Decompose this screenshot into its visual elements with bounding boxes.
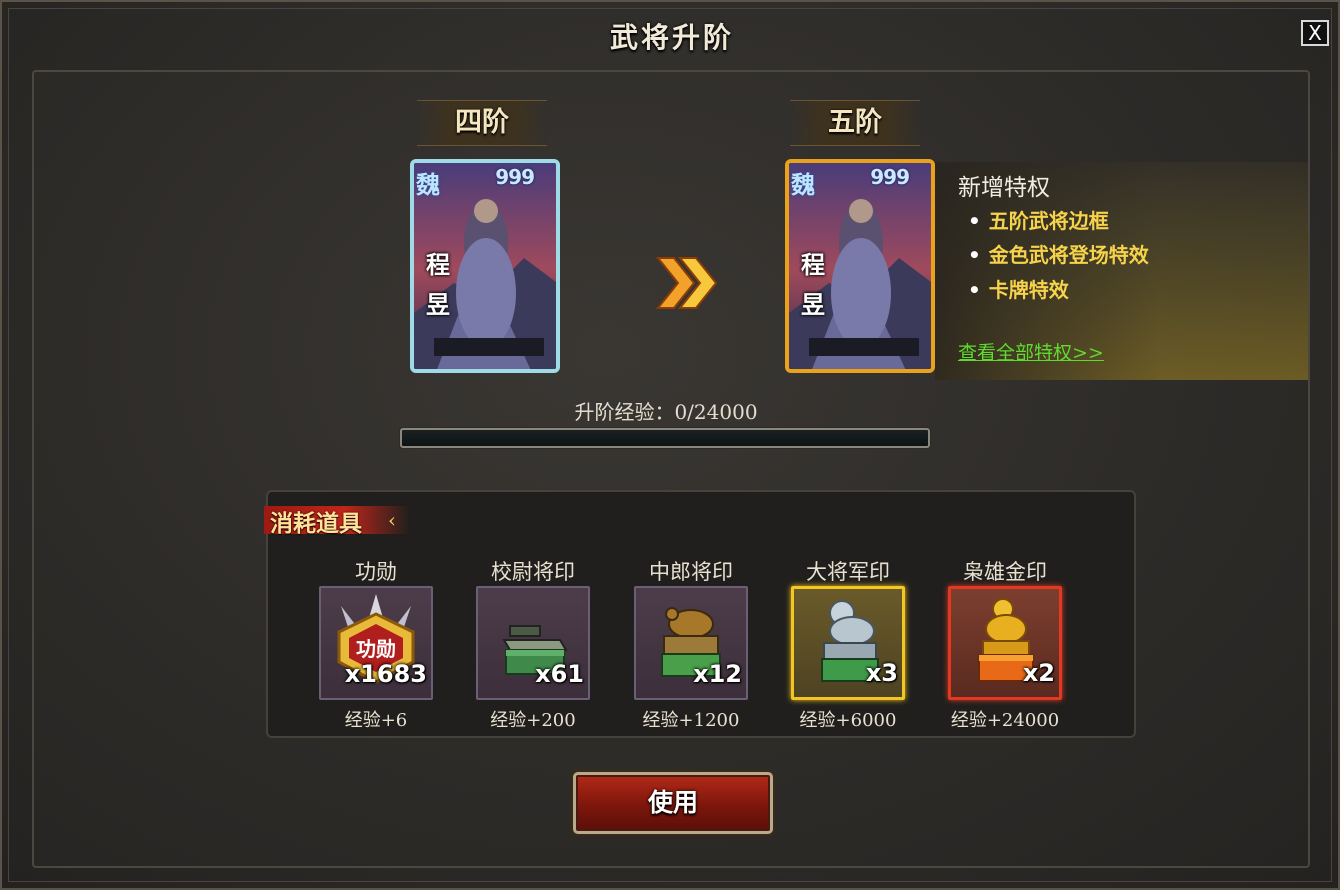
window-title: 武将升阶 (609, 21, 734, 54)
consumable-item: 功勋 功勋 x1683 经验+6 (296, 556, 456, 736)
privilege-item-text: 卡牌特效 (988, 278, 1069, 302)
item-slot[interactable]: x61 (476, 586, 590, 700)
upgrade-exp-bar (400, 428, 930, 448)
consumable-item: 大将军印 x3 经验+6000 (768, 556, 928, 736)
faction-mark: 魏 (791, 170, 815, 199)
card-stars: 999 (870, 165, 910, 189)
use-button[interactable]: 使用 (573, 772, 773, 834)
consumables-title: 消耗道具 ‹ (264, 506, 410, 537)
next-rank-label: 五阶 (790, 100, 920, 146)
privilege-item: • 五阶武将边框 (968, 209, 1109, 233)
item-count: x1683 (344, 660, 427, 688)
privilege-title: 新增特权 (958, 175, 1050, 201)
current-rank-label: 四阶 (417, 100, 547, 146)
upgrade-window: 武将升阶 X 四阶 魏 999 程 昱 五阶 魏 999 程 昱 新增特权 • … (0, 0, 1340, 890)
consumable-item: 枭雄金印 x2 经验+24000 (925, 556, 1085, 736)
item-name: 校尉将印 (491, 560, 575, 584)
privilege-item: • 金色武将登场特效 (968, 243, 1149, 267)
general-name-char: 程 (426, 250, 450, 279)
next-general-card[interactable]: 魏 999 程 昱 (785, 159, 935, 373)
item-name: 枭雄金印 (963, 560, 1047, 584)
item-name: 中郎将印 (649, 560, 733, 584)
general-name: 程 昱 (795, 245, 831, 325)
item-slot[interactable]: 功勋 x1683 (319, 586, 433, 700)
item-exp: 经验+200 (490, 710, 576, 731)
item-slot[interactable]: x3 (791, 586, 905, 700)
item-count: x2 (1022, 659, 1055, 687)
item-count: x12 (693, 660, 742, 688)
consumables-title-text: 消耗道具 (270, 510, 362, 537)
consumable-item: 校尉将印 x61 经验+200 (453, 556, 613, 736)
faction-mark: 魏 (416, 170, 440, 199)
general-name-char: 程 (801, 250, 825, 279)
view-all-privileges-link[interactable]: 查看全部特权>> (958, 338, 1104, 365)
general-name: 程 昱 (420, 245, 456, 325)
privilege-item: • 卡牌特效 (968, 278, 1069, 302)
general-name-char: 昱 (426, 290, 450, 319)
privilege-item-text: 金色武将登场特效 (988, 243, 1149, 267)
item-exp: 经验+1200 (642, 710, 740, 731)
item-exp: 经验+6000 (799, 710, 897, 731)
item-count: x3 (865, 659, 898, 687)
general-name-char: 昱 (801, 290, 825, 319)
upgrade-exp-text: 升阶经验：0/24000 (574, 400, 758, 424)
svg-text:功勋: 功勋 (356, 637, 396, 661)
item-exp: 经验+6 (344, 710, 408, 731)
consumable-item: 中郎将印 x12 经验+1200 (611, 556, 771, 736)
item-count: x61 (535, 660, 584, 688)
chevron-left-icon: ‹ (388, 508, 396, 532)
close-button[interactable]: X (1301, 20, 1329, 46)
title-bar: 武将升阶 (2, 2, 1340, 64)
double-chevron-right-icon (655, 257, 718, 309)
item-name: 大将军印 (806, 560, 890, 584)
item-slot[interactable]: x12 (634, 586, 748, 700)
use-button-label: 使用 (647, 788, 698, 817)
current-general-card[interactable]: 魏 999 程 昱 (410, 159, 560, 373)
privilege-item-text: 五阶武将边框 (988, 209, 1109, 233)
item-name: 功勋 (355, 560, 397, 584)
card-stars: 999 (495, 165, 535, 189)
item-exp: 经验+24000 (950, 710, 1060, 731)
item-slot[interactable]: x2 (948, 586, 1062, 700)
